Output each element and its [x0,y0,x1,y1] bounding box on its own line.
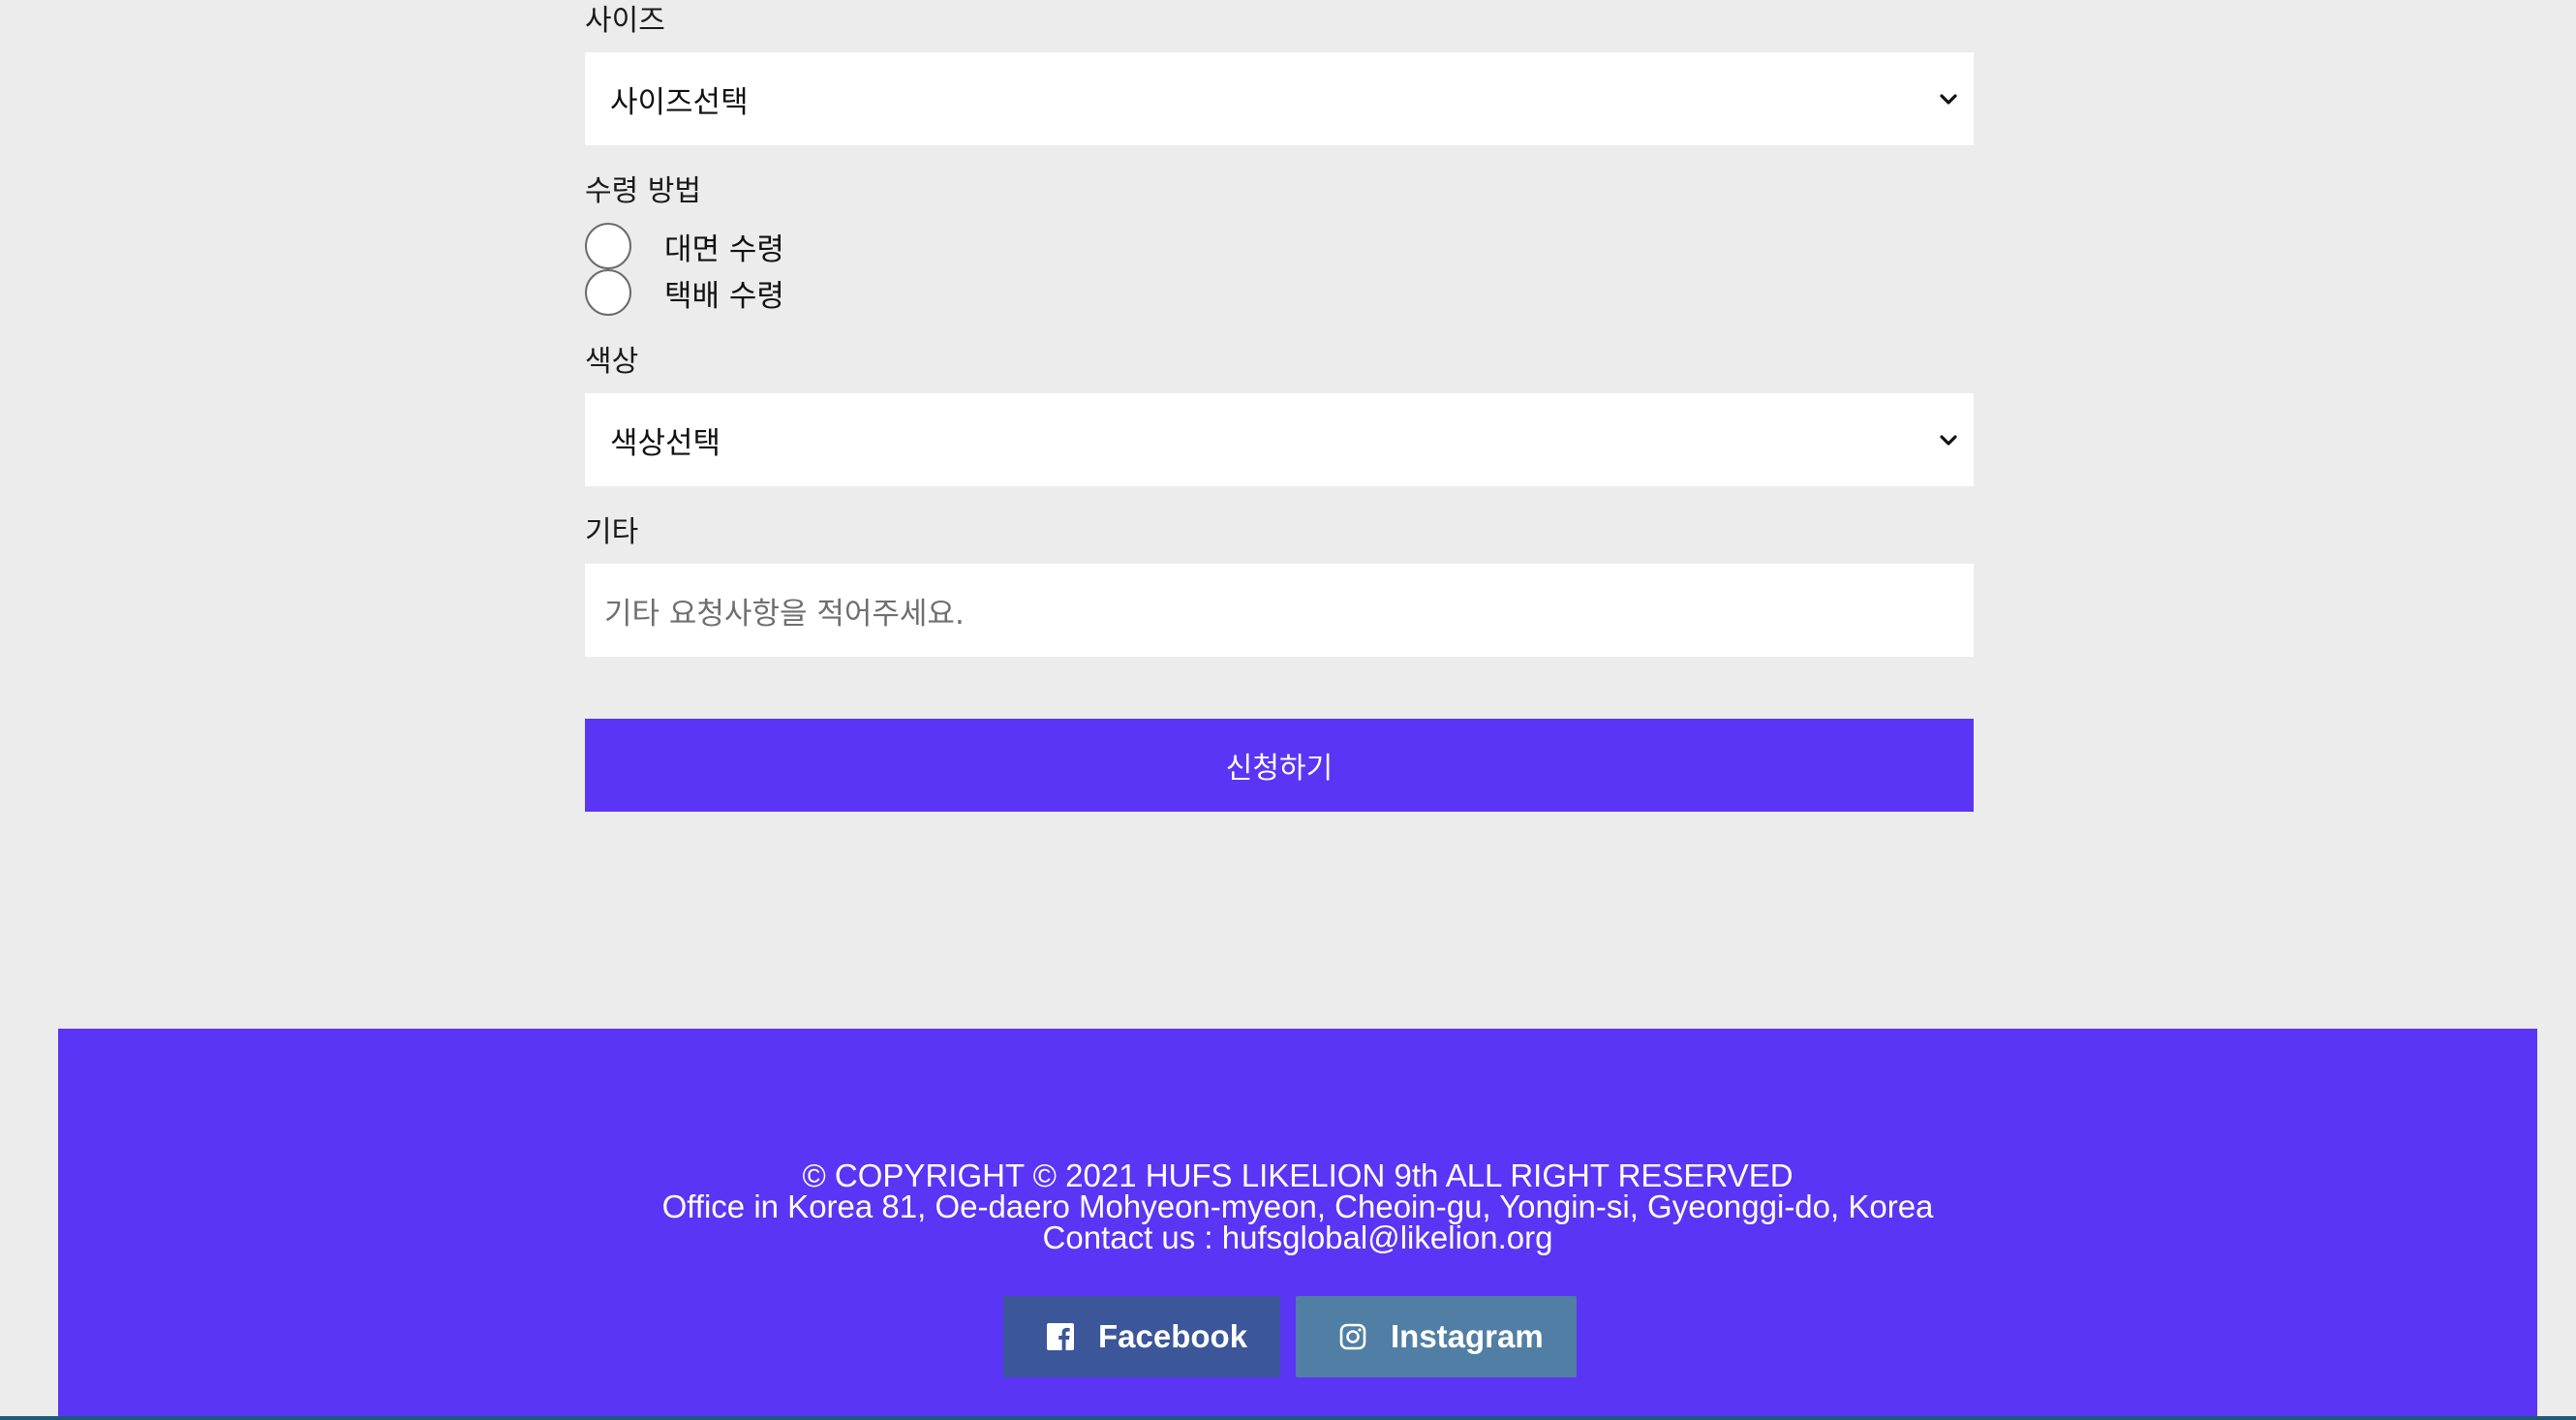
copyright-text: © COPYRIGHT © 2021 HUFS LIKELION 9th ALL… [802,1158,1794,1193]
facebook-icon [1047,1323,1074,1350]
size-label: 사이즈 [585,4,665,38]
instagram-label: Instagram [1391,1318,1544,1354]
chevron-down-icon [1940,94,1957,105]
facebook-label: Facebook [1098,1318,1248,1354]
contact-text: Contact us : hufsglobal@likelion.org [1042,1219,1553,1255]
bottom-strip [0,1416,2576,1420]
etc-request-input[interactable]: 기타 요청사항을 적어주세요. [585,564,1974,657]
color-select[interactable]: 색상선택 [585,393,1974,486]
instagram-button[interactable]: Instagram [1296,1296,1577,1377]
radio-in-person[interactable] [585,223,631,269]
size-select[interactable]: 사이즈선택 [585,52,1974,145]
footer: © COPYRIGHT © 2021 HUFS LIKELION 9th ALL… [58,1029,2537,1420]
size-select-value: 사이즈선택 [610,84,749,120]
footer-info: © COPYRIGHT © 2021 HUFS LIKELION 9th ALL… [58,1158,2537,1255]
color-label: 색상 [585,345,639,379]
pickup-option-delivery[interactable]: 택배 수령 [585,269,784,316]
radio-in-person-label: 대면 수령 [664,232,784,267]
address-text: Office in Korea 81, Oe-daero Mohyeon-mye… [661,1188,1934,1224]
submit-button[interactable]: 신청하기 [585,719,1974,812]
radio-delivery[interactable] [585,269,631,316]
radio-delivery-label: 택배 수령 [664,278,784,314]
facebook-button[interactable]: Facebook [1003,1296,1280,1377]
instagram-icon [1339,1323,1366,1350]
chevron-down-icon [1940,435,1957,446]
social-links: Facebook Instagram [58,1296,2537,1377]
color-select-value: 색상선택 [610,425,721,461]
etc-label: 기타 [585,515,639,549]
pickup-method-label: 수령 방법 [585,174,701,208]
etc-request-placeholder: 기타 요청사항을 적어주세요. [604,596,965,632]
pickup-option-in-person[interactable]: 대면 수령 [585,223,784,269]
